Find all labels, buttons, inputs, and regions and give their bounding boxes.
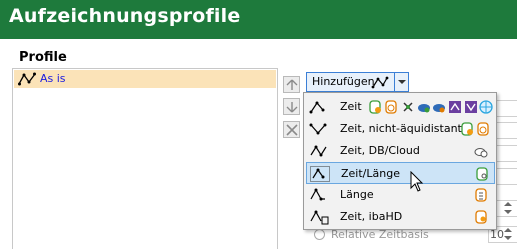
menu-item-laenge[interactable]: Länge: [306, 184, 495, 206]
value-spinner-2[interactable]: [503, 226, 514, 243]
menu-item-label: Zeit/Länge: [341, 167, 400, 180]
title-bar: Aufzeichnungsprofile: [0, 0, 517, 39]
menu-item-zeit-laenge[interactable]: Zeit/Länge: [306, 162, 495, 184]
length-icon: [310, 188, 325, 201]
profile-item-label: As is: [40, 72, 66, 85]
time-profile-icon: [309, 101, 325, 114]
menu-item-zeit-db-cloud[interactable]: Zeit, DB/Cloud: [306, 140, 495, 162]
arrow-up-icon: [286, 79, 298, 90]
mouse-cursor-icon: [410, 171, 424, 192]
add-profile-menu[interactable]: Zeit Zeit, nicht-äquidistant Zeit, DB/Cl…: [303, 92, 497, 230]
time-db-cloud-icon: [310, 145, 327, 157]
db-icon: [369, 100, 381, 114]
profile-item[interactable]: As is: [14, 70, 276, 88]
radio-button[interactable]: [314, 229, 325, 240]
db-clock-icon: [477, 122, 489, 136]
add-profile-splitbutton[interactable]: Hinzufügen: [306, 72, 409, 92]
add-button-label: Hinzufügen: [312, 75, 375, 88]
hd-purple2-icon: [465, 101, 477, 113]
move-down-button[interactable]: [283, 98, 300, 115]
add-profile-button[interactable]: Hinzufügen: [307, 73, 394, 91]
move-up-button[interactable]: [283, 76, 300, 93]
time-length-icon: [310, 166, 330, 182]
hd-purple-icon: [449, 101, 461, 113]
cloud-icon: [418, 104, 430, 113]
add-dropdown-toggle[interactable]: [394, 73, 408, 91]
menu-item-label: Länge: [340, 188, 374, 201]
cloud-clock-icon: [474, 148, 488, 158]
menu-item-zeit[interactable]: Zeit: [306, 96, 495, 118]
profile-list[interactable]: As is: [12, 68, 278, 249]
value-spinner-1[interactable]: [503, 200, 514, 217]
menu-item-label: Zeit, ibaHD: [340, 210, 403, 223]
file-icon: [476, 167, 488, 181]
db-icon: [461, 122, 473, 136]
delete-button[interactable]: [283, 121, 300, 138]
cloud2-icon: [433, 104, 445, 113]
profile-type-icon: [18, 72, 36, 86]
arrow-down-icon: [286, 102, 298, 113]
menu-item-label: Zeit: [340, 100, 362, 113]
time-nonequidistant-icon: [309, 123, 327, 135]
profiles-section-title: Profile: [19, 50, 67, 65]
menu-item-label: Zeit, DB/Cloud: [340, 144, 420, 157]
globe-icon: [479, 100, 493, 114]
db-clock-icon: [385, 100, 397, 114]
network-icon: [403, 102, 413, 112]
menu-item-zeit-nicht-aequidistant[interactable]: Zeit, nicht-äquidistant: [306, 118, 495, 140]
hd-server-icon: [475, 210, 487, 224]
delete-x-icon: [286, 124, 298, 136]
chevron-down-icon: [398, 80, 406, 84]
time-ibahd-icon: [310, 210, 329, 225]
page-title: Aufzeichnungsprofile: [9, 5, 241, 27]
menu-item-label: Zeit, nicht-äquidistant: [340, 122, 462, 135]
file-length-icon: [475, 188, 487, 202]
menu-item-zeit-ibahd[interactable]: Zeit, ibaHD: [306, 206, 495, 228]
add-profile-icon: [371, 76, 389, 89]
